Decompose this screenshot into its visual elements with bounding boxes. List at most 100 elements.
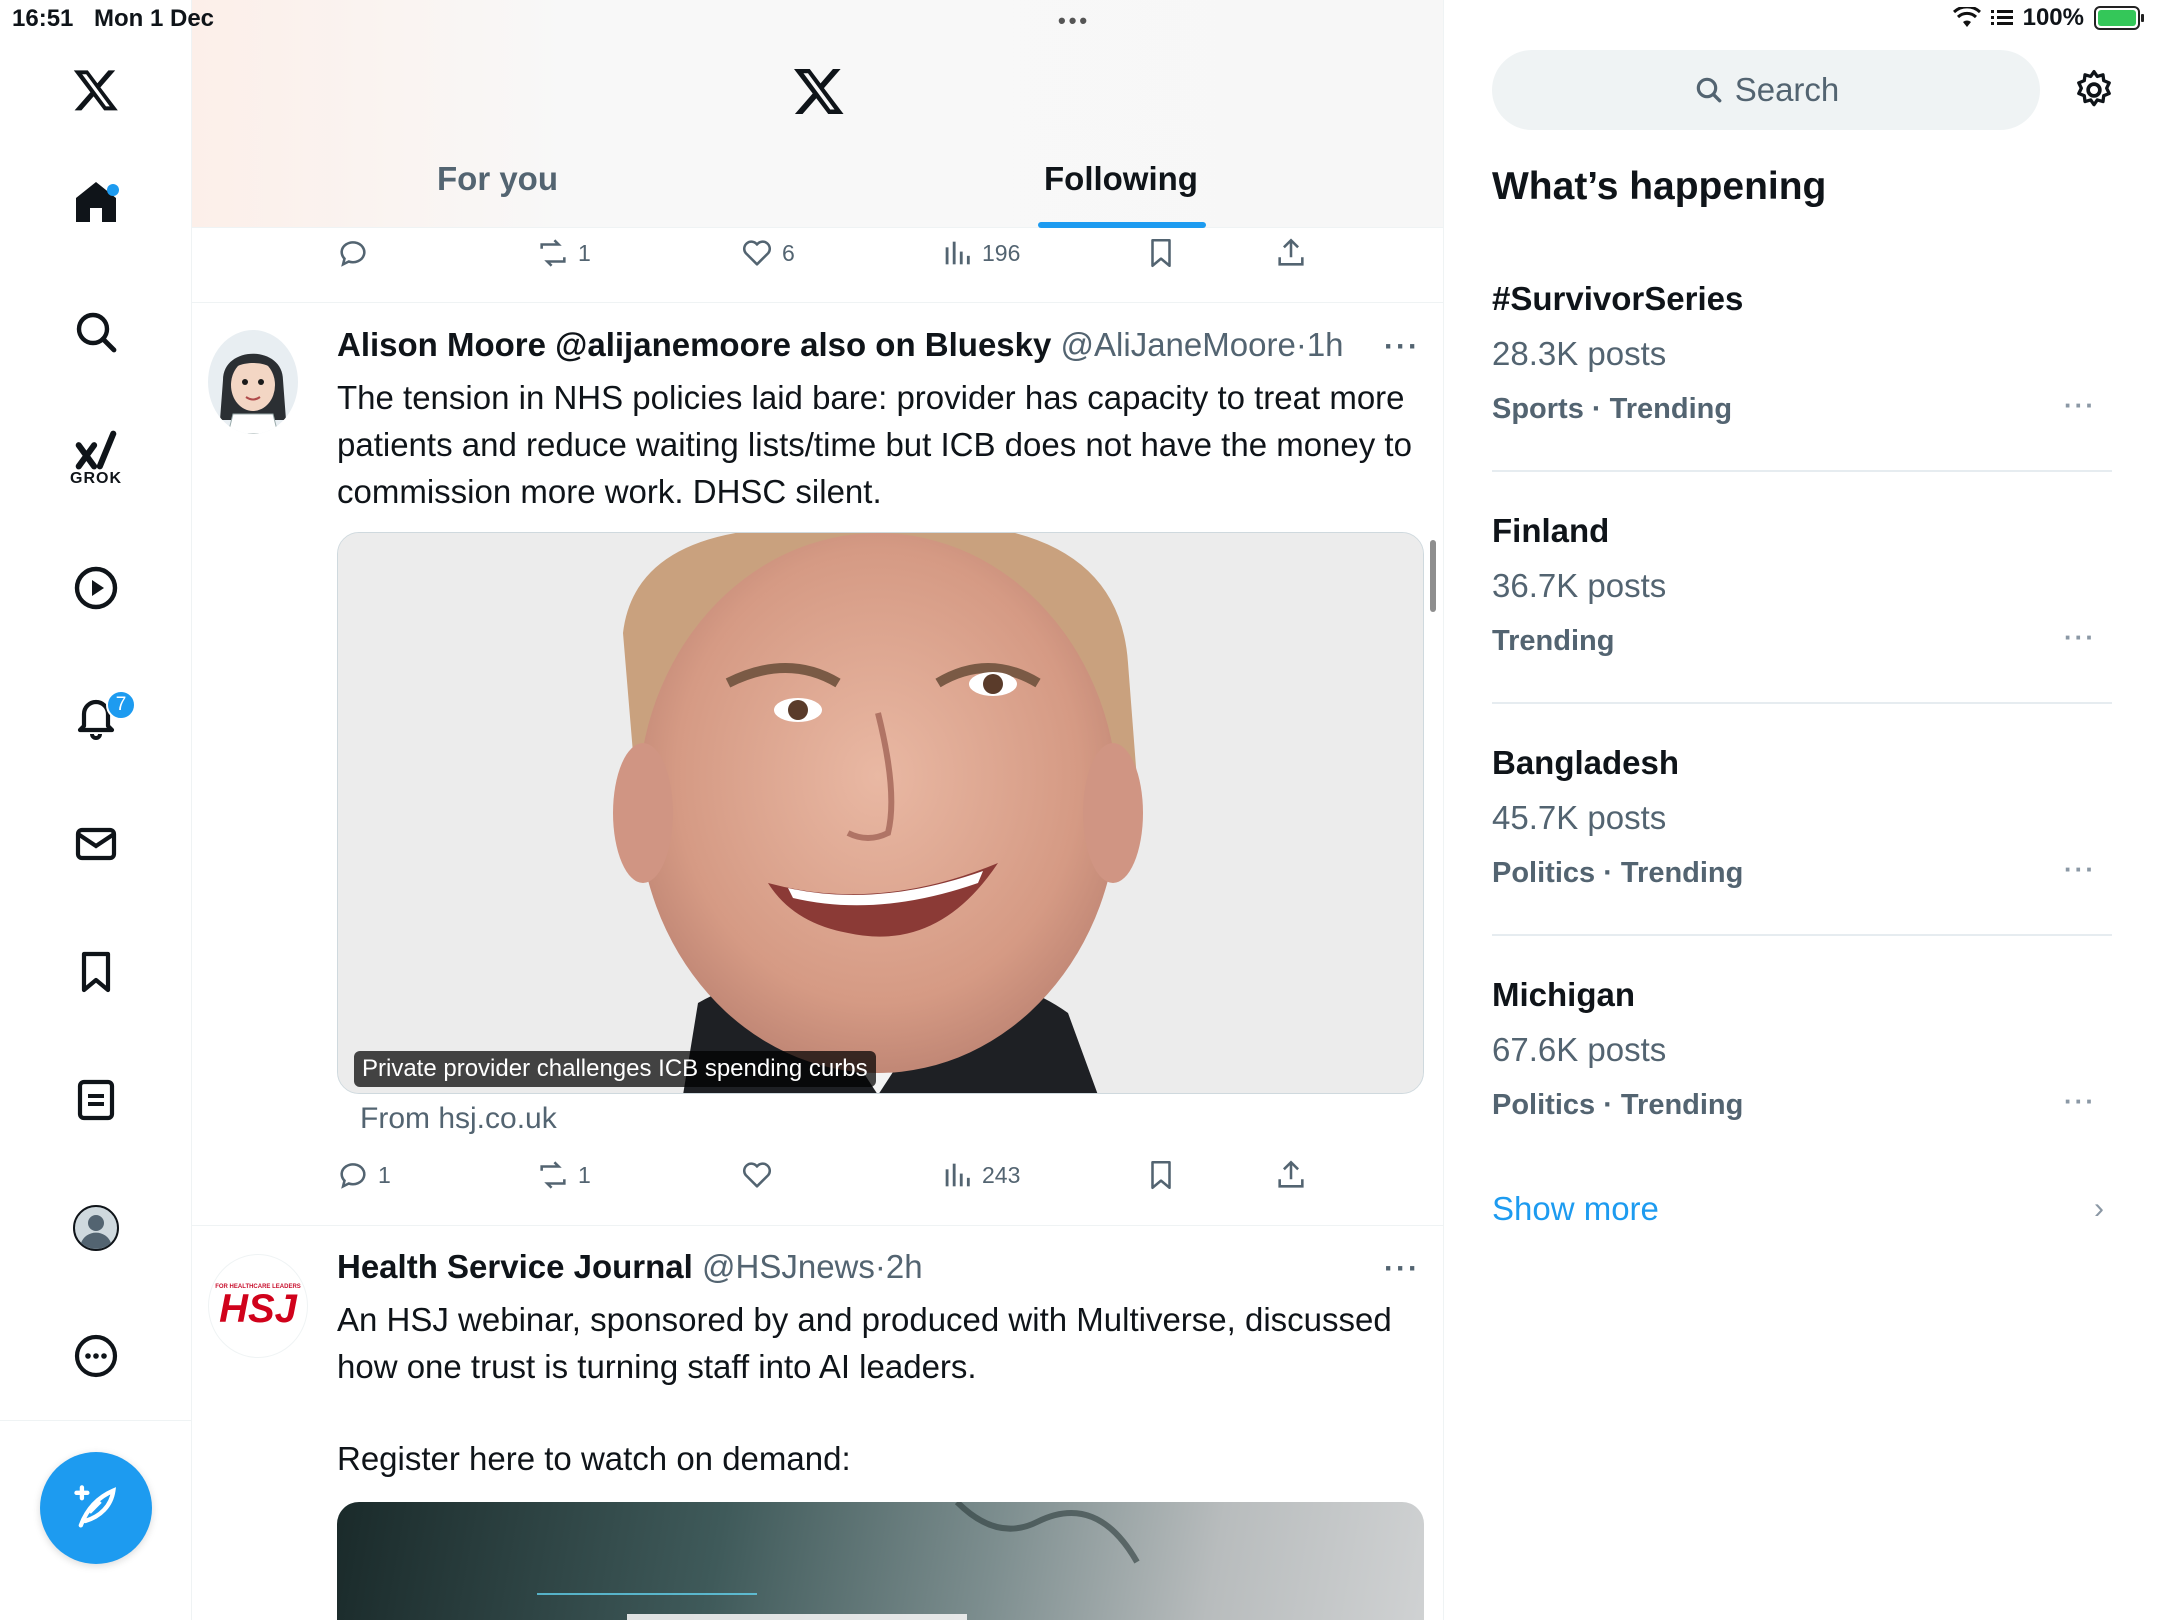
left-nav: GROK 7 xyxy=(0,0,192,1620)
views-button[interactable]: 196 xyxy=(940,236,1020,270)
link-card-image[interactable]: Private provider challenges ICB spending… xyxy=(337,532,1424,1094)
search-icon xyxy=(76,312,117,353)
nav-explore[interactable] xyxy=(0,292,192,372)
trend-item[interactable]: Michigan 67.6K posts Politics · Trending… xyxy=(1492,976,2112,1206)
multitasking-dots-icon[interactable]: ••• xyxy=(1058,8,1090,34)
nav-lists[interactable] xyxy=(0,1060,192,1140)
nav-home[interactable] xyxy=(0,162,192,242)
trend-name: Bangladesh xyxy=(1492,744,1680,781)
link-card-caption: Private provider challenges ICB spending… xyxy=(354,1051,876,1087)
trend-more-button[interactable]: ··· xyxy=(2064,1086,2096,1117)
tweet-more-button[interactable]: ··· xyxy=(1384,330,1420,364)
cartoon-avatar-image xyxy=(208,330,298,434)
trend-divider xyxy=(1492,934,2112,936)
compose-feather-icon xyxy=(74,1485,117,1528)
bookmark-button[interactable] xyxy=(1144,236,1178,270)
repost-button[interactable]: 1 xyxy=(536,236,591,270)
nav-divider xyxy=(0,1420,192,1421)
trend-more-button[interactable]: ··· xyxy=(2064,390,2096,421)
reply-button[interactable]: 1 xyxy=(336,1158,391,1192)
repost-icon xyxy=(540,1161,566,1189)
more-circle-icon xyxy=(74,1334,118,1378)
tweet-text-cta: Register here to watch on demand: xyxy=(337,1440,851,1477)
repost-icon xyxy=(540,239,566,267)
views-count: 243 xyxy=(982,1161,1021,1188)
trend-count: 45.7K posts xyxy=(1492,799,1667,836)
separator-dot: · xyxy=(874,1248,886,1285)
bookmark-icon xyxy=(1151,1160,1171,1190)
heart-icon xyxy=(742,1162,772,1188)
scrollbar-thumb[interactable] xyxy=(1430,540,1436,612)
author-name[interactable]: Health Service Journal xyxy=(337,1248,693,1285)
status-bar: 16:51 Mon 1 Dec ••• 100% xyxy=(0,0,2160,40)
share-icon xyxy=(1278,238,1304,266)
nav-more[interactable] xyxy=(0,1316,192,1396)
heart-icon xyxy=(742,240,772,266)
trend-count: 28.3K posts xyxy=(1492,335,1667,372)
share-button[interactable] xyxy=(1274,236,1308,270)
trend-item[interactable]: Finland 36.7K posts Trending ··· xyxy=(1492,512,2112,742)
like-button[interactable] xyxy=(740,1158,774,1192)
like-button[interactable]: 6 xyxy=(740,236,795,270)
tab-following[interactable]: Following xyxy=(1044,160,1198,198)
author-name[interactable]: Alison Moore @alijanemoore also on Blues… xyxy=(337,326,1051,363)
tweet-text: The tension in NHS policies laid bare: p… xyxy=(337,379,1412,510)
x-logo-icon[interactable] xyxy=(792,64,846,118)
tweet-time[interactable]: 2h xyxy=(886,1248,923,1285)
nav-bookmarks[interactable] xyxy=(0,932,192,1012)
compose-button[interactable] xyxy=(40,1452,152,1564)
doctor-stethoscope-photo xyxy=(537,1502,1140,1620)
reply-button[interactable] xyxy=(336,236,370,270)
share-button[interactable] xyxy=(1274,1158,1308,1192)
search-icon xyxy=(1696,77,1722,103)
trend-meta: Trending xyxy=(1492,625,1615,657)
gear-icon[interactable] xyxy=(2072,68,2116,112)
author-handle[interactable]: @AliJaneMoore xyxy=(1061,326,1296,363)
prev-tweet-actions: 1 6 196 xyxy=(192,236,1443,276)
trend-item[interactable]: #SurvivorSeries 28.3K posts Sports · Tre… xyxy=(1492,280,2112,510)
show-more-link[interactable]: Show more xyxy=(1492,1190,1659,1228)
nav-messages[interactable] xyxy=(0,804,192,884)
status-indicators: 100% xyxy=(1952,4,2144,32)
tweet-time[interactable]: 1h xyxy=(1307,326,1344,363)
active-tab-indicator xyxy=(1038,222,1206,228)
trend-item[interactable]: Bangladesh 45.7K posts Politics · Trendi… xyxy=(1492,744,2112,974)
repost-button[interactable]: 1 xyxy=(536,1158,591,1192)
views-chart-icon xyxy=(945,241,970,265)
search-input[interactable]: Search xyxy=(1492,50,2040,130)
nav-notifications[interactable]: 7 xyxy=(0,676,192,756)
share-icon xyxy=(1278,1160,1304,1188)
repost-count: 1 xyxy=(578,239,591,266)
trend-name: #SurvivorSeries xyxy=(1492,280,1744,317)
avatar-alison-moore[interactable] xyxy=(208,330,298,434)
reply-icon xyxy=(340,241,366,267)
tweet-more-button[interactable]: ··· xyxy=(1384,1252,1420,1286)
nav-videos[interactable] xyxy=(0,548,192,628)
nav-profile[interactable] xyxy=(0,1188,192,1268)
tweet-actions: 1 1 243 xyxy=(192,1158,1443,1198)
trend-meta: Sports · Trending xyxy=(1492,393,1733,425)
link-source[interactable]: From hsj.co.uk xyxy=(360,1102,557,1136)
trend-divider xyxy=(1492,470,2112,472)
views-button[interactable]: 243 xyxy=(940,1158,1020,1192)
trend-meta: Politics · Trending xyxy=(1492,857,1744,889)
trend-more-button[interactable]: ··· xyxy=(2064,622,2096,653)
list-icon xyxy=(1990,10,2013,25)
webinar-image[interactable] xyxy=(337,1502,1424,1620)
reply-count: 1 xyxy=(378,1161,391,1188)
grok-label: GROK xyxy=(70,470,122,487)
trend-more-button[interactable]: ··· xyxy=(2064,854,2096,885)
status-date: Mon 1 Dec xyxy=(94,5,215,32)
x-logo-nav[interactable] xyxy=(0,50,192,130)
nav-grok[interactable]: GROK xyxy=(0,410,192,510)
avatar-hsj[interactable]: FOR HEALTHCARE LEADERS HSJ xyxy=(208,1254,308,1358)
status-time: 16:51 xyxy=(12,5,74,32)
author-handle[interactable]: @HSJnews xyxy=(702,1248,875,1285)
tab-for-you[interactable]: For you xyxy=(437,160,558,198)
battery-icon xyxy=(2094,6,2144,30)
x-logo-icon xyxy=(73,70,118,111)
bookmark-button[interactable] xyxy=(1144,1158,1178,1192)
right-sidebar: Search What’s happening #SurvivorSeries … xyxy=(1444,0,2160,1620)
like-count: 6 xyxy=(782,239,795,266)
bookmark-icon xyxy=(1151,238,1171,268)
